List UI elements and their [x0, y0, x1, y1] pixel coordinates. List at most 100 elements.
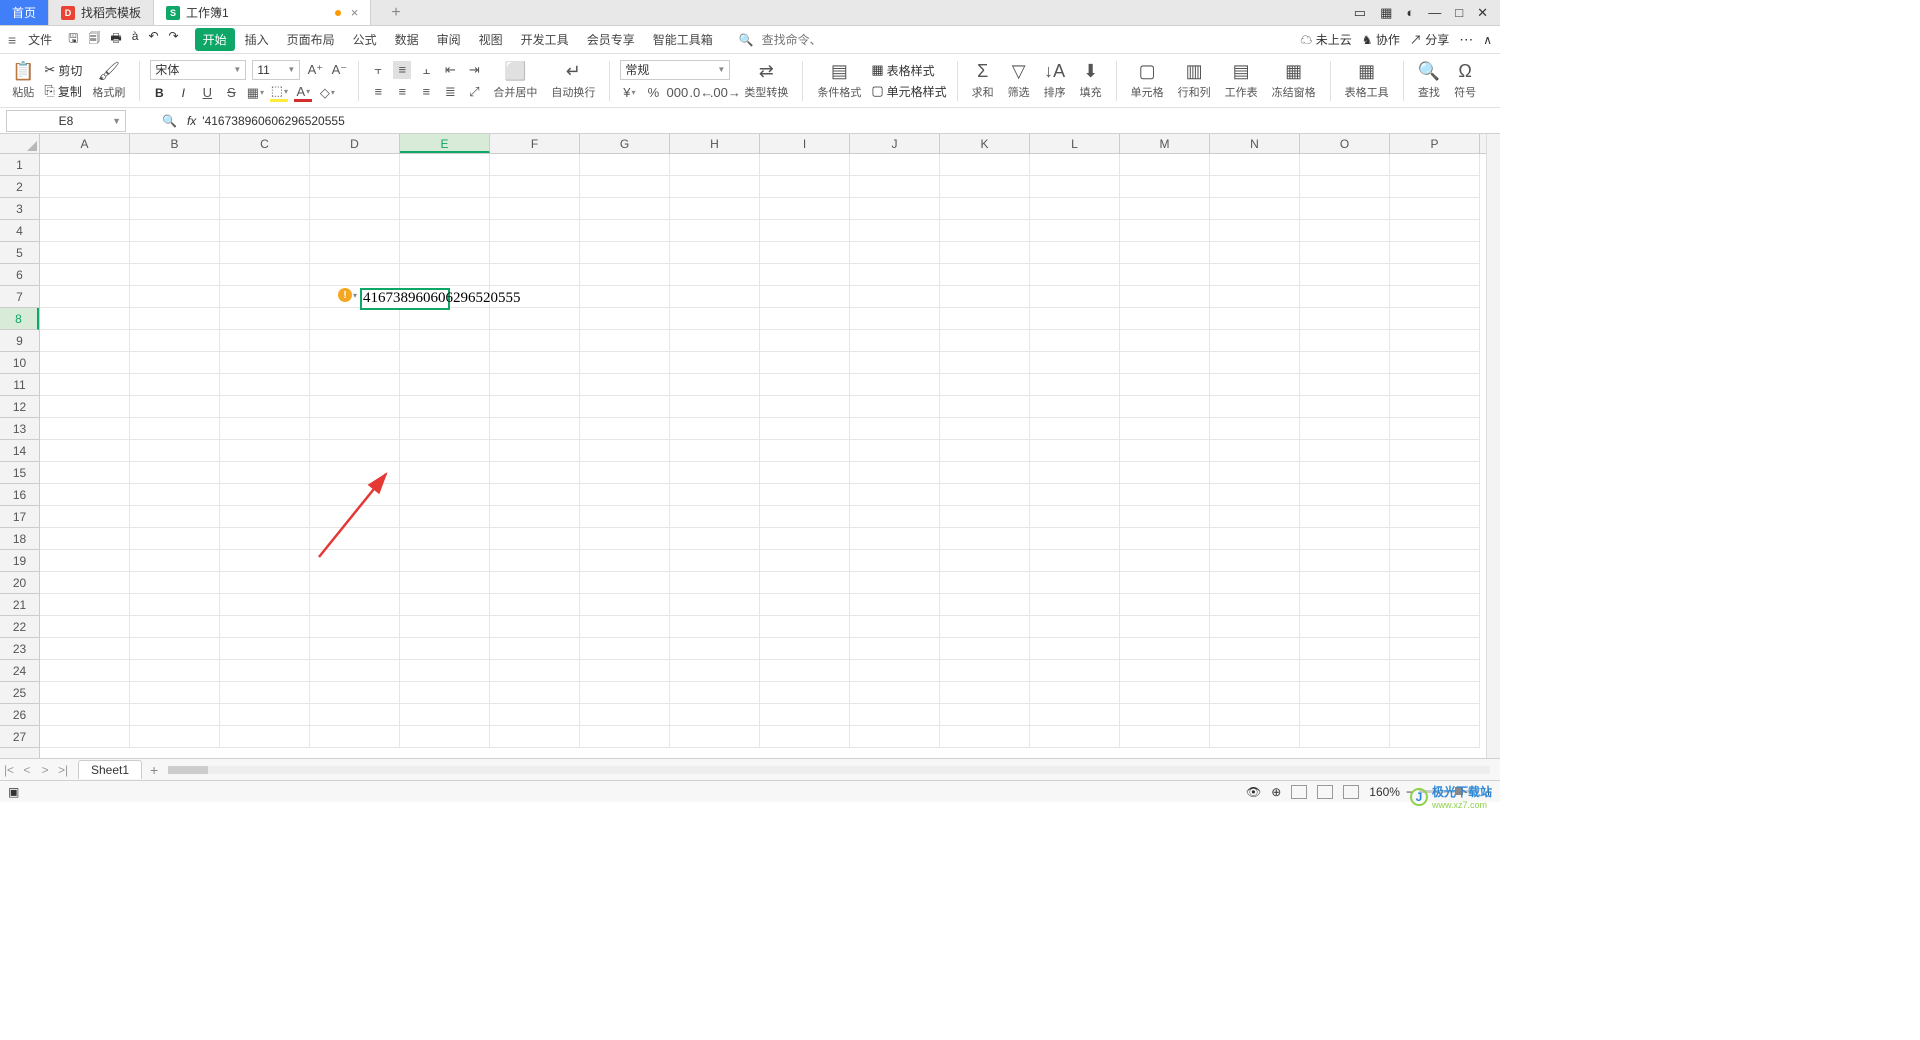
- cell[interactable]: [1390, 682, 1480, 704]
- cell[interactable]: [310, 638, 400, 660]
- cell[interactable]: [130, 726, 220, 748]
- cell[interactable]: [850, 198, 940, 220]
- magnify-icon[interactable]: 🔍: [162, 114, 177, 128]
- cell[interactable]: [310, 440, 400, 462]
- cell[interactable]: [1210, 330, 1300, 352]
- find-group[interactable]: 🔍查找: [1414, 61, 1444, 100]
- cell[interactable]: [1120, 286, 1210, 308]
- maximize-icon[interactable]: □: [1455, 5, 1463, 20]
- cell[interactable]: [1030, 418, 1120, 440]
- cell[interactable]: [1300, 572, 1390, 594]
- cell[interactable]: [310, 396, 400, 418]
- row-header-17[interactable]: 17: [0, 506, 39, 528]
- horizontal-scrollbar[interactable]: [168, 764, 1490, 776]
- cell[interactable]: [670, 660, 760, 682]
- align-center-icon[interactable]: ≡: [393, 83, 411, 101]
- row-header-10[interactable]: 10: [0, 352, 39, 374]
- cell[interactable]: [1390, 572, 1480, 594]
- cell[interactable]: [1120, 198, 1210, 220]
- cell[interactable]: [490, 418, 580, 440]
- clear-format-icon[interactable]: ◇▾: [318, 84, 336, 102]
- align-left-icon[interactable]: ≡: [369, 83, 387, 101]
- cell[interactable]: [850, 726, 940, 748]
- cell[interactable]: [670, 220, 760, 242]
- cell[interactable]: [760, 616, 850, 638]
- justify-icon[interactable]: ≣: [441, 83, 459, 101]
- cell[interactable]: [40, 198, 130, 220]
- cell[interactable]: [1300, 660, 1390, 682]
- cell[interactable]: [490, 242, 580, 264]
- cell[interactable]: [220, 154, 310, 176]
- cell[interactable]: [130, 572, 220, 594]
- cell[interactable]: [760, 506, 850, 528]
- cell[interactable]: [310, 506, 400, 528]
- align-middle-icon[interactable]: ≡: [393, 61, 411, 79]
- tab-dev-tools[interactable]: 开发工具: [513, 28, 577, 51]
- cell[interactable]: [490, 616, 580, 638]
- cell[interactable]: [490, 660, 580, 682]
- cell[interactable]: [1030, 198, 1120, 220]
- cell[interactable]: [220, 242, 310, 264]
- cell[interactable]: [40, 176, 130, 198]
- cell[interactable]: [220, 374, 310, 396]
- column-header-F[interactable]: F: [490, 134, 580, 153]
- cell[interactable]: [400, 506, 490, 528]
- cell[interactable]: [850, 220, 940, 242]
- cell[interactable]: [400, 330, 490, 352]
- cell[interactable]: [490, 374, 580, 396]
- cell[interactable]: [940, 176, 1030, 198]
- cell[interactable]: [310, 418, 400, 440]
- cell[interactable]: [1390, 638, 1480, 660]
- increase-font-icon[interactable]: A⁺: [306, 61, 324, 79]
- cell[interactable]: [310, 242, 400, 264]
- column-header-K[interactable]: K: [940, 134, 1030, 153]
- cell[interactable]: [1030, 594, 1120, 616]
- cell[interactable]: [850, 638, 940, 660]
- cell[interactable]: [310, 308, 400, 330]
- save-as-icon[interactable]: 🗐: [88, 29, 100, 50]
- cell[interactable]: [220, 418, 310, 440]
- cell[interactable]: [220, 550, 310, 572]
- tab-docker-templates[interactable]: D 找稻壳模板: [49, 0, 154, 25]
- cell[interactable]: [40, 264, 130, 286]
- cell[interactable]: [940, 330, 1030, 352]
- cell[interactable]: [130, 440, 220, 462]
- cell[interactable]: [130, 594, 220, 616]
- cell[interactable]: [1210, 374, 1300, 396]
- cell[interactable]: [1300, 594, 1390, 616]
- cell[interactable]: [670, 396, 760, 418]
- cell[interactable]: [40, 484, 130, 506]
- cell[interactable]: [580, 352, 670, 374]
- cell[interactable]: [1120, 682, 1210, 704]
- cell[interactable]: [1120, 396, 1210, 418]
- cell[interactable]: [1120, 572, 1210, 594]
- cell[interactable]: [220, 572, 310, 594]
- cell[interactable]: [670, 572, 760, 594]
- cell[interactable]: [1300, 682, 1390, 704]
- column-header-P[interactable]: P: [1390, 134, 1480, 153]
- cell[interactable]: [40, 506, 130, 528]
- cell[interactable]: [310, 528, 400, 550]
- cell[interactable]: [490, 462, 580, 484]
- cell[interactable]: [1120, 594, 1210, 616]
- cell[interactable]: [850, 704, 940, 726]
- cell[interactable]: [580, 198, 670, 220]
- collapse-ribbon-icon[interactable]: ∧: [1483, 33, 1492, 47]
- cell[interactable]: [400, 572, 490, 594]
- cell[interactable]: [1390, 726, 1480, 748]
- cell[interactable]: [400, 528, 490, 550]
- font-color-icon[interactable]: A▾: [294, 84, 312, 102]
- cell[interactable]: [850, 286, 940, 308]
- column-header-D[interactable]: D: [310, 134, 400, 153]
- column-header-C[interactable]: C: [220, 134, 310, 153]
- cell[interactable]: [1390, 528, 1480, 550]
- cell[interactable]: [760, 418, 850, 440]
- cell[interactable]: [1390, 418, 1480, 440]
- cell[interactable]: [40, 528, 130, 550]
- cell[interactable]: [1030, 286, 1120, 308]
- row-header-16[interactable]: 16: [0, 484, 39, 506]
- row-header-3[interactable]: 3: [0, 198, 39, 220]
- cell[interactable]: [1300, 704, 1390, 726]
- cell[interactable]: [1210, 264, 1300, 286]
- cell-warning-indicator[interactable]: ! ▾: [338, 288, 357, 302]
